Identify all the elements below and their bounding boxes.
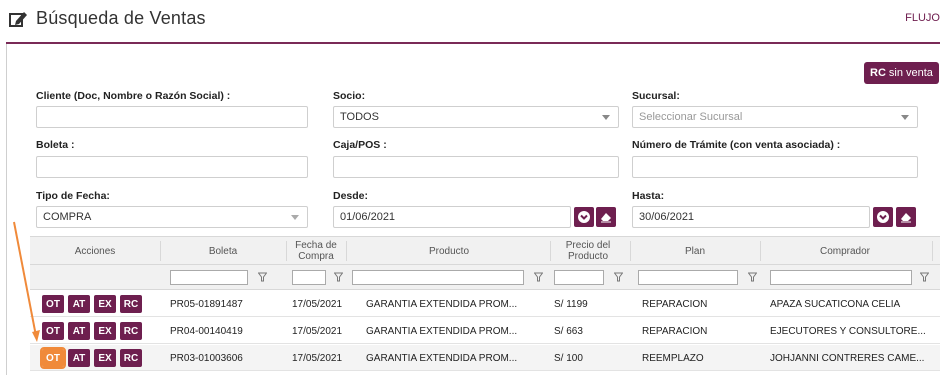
grid-header: Acciones Boleta Fecha de Compra Producto… bbox=[30, 236, 940, 265]
edit-icon bbox=[9, 11, 27, 27]
cell-producto: GARANTIA EXTENDIDA PROM... bbox=[366, 298, 518, 310]
plan-filter-input[interactable] bbox=[638, 270, 738, 285]
cell-plan: REEMPLAZO bbox=[642, 352, 704, 364]
sucursal-label: Sucursal: bbox=[632, 90, 680, 102]
col-comprador[interactable]: Comprador bbox=[760, 237, 930, 265]
boleta-input[interactable] bbox=[36, 156, 308, 178]
flujo-link[interactable]: FLUJO bbox=[905, 12, 940, 24]
cell-precio: S/ 100 bbox=[554, 352, 583, 364]
title-divider bbox=[6, 42, 940, 44]
ex-button[interactable]: EX bbox=[94, 349, 116, 367]
hasta-dropdown-button[interactable] bbox=[873, 207, 893, 227]
at-button[interactable]: AT bbox=[68, 349, 90, 367]
table-row[interactable]: OT AT EX RC PR05-01891487 17/05/2021 GAR… bbox=[30, 291, 940, 317]
cell-boleta: PR03-01003606 bbox=[170, 352, 243, 364]
desde-label: Desde: bbox=[333, 190, 369, 202]
chevron-down-icon bbox=[901, 115, 909, 120]
at-button[interactable]: AT bbox=[68, 295, 90, 313]
precio-filter-input[interactable] bbox=[554, 270, 604, 285]
table-row[interactable]: OT AT EX RC PR04-00140419 17/05/2021 GAR… bbox=[30, 318, 940, 344]
cell-plan: REPARACION bbox=[642, 325, 708, 337]
col-acciones[interactable]: Acciones bbox=[30, 237, 160, 265]
ot-button[interactable]: OT bbox=[42, 322, 64, 340]
chevron-circle-down-icon bbox=[578, 211, 590, 223]
hasta-input[interactable]: 30/06/2021 bbox=[632, 206, 870, 228]
tramite-input[interactable] bbox=[632, 156, 918, 178]
tipo-fecha-select[interactable]: COMPRA bbox=[36, 206, 308, 228]
desde-clear-button[interactable] bbox=[596, 207, 616, 227]
col-precio[interactable]: Precio del Producto bbox=[550, 237, 626, 265]
socio-value: TODOS bbox=[340, 111, 379, 123]
col-boleta[interactable]: Boleta bbox=[160, 237, 286, 265]
table-row[interactable]: OT AT EX RC PR03-01003606 17/05/2021 GAR… bbox=[30, 345, 940, 371]
cell-precio: S/ 1199 bbox=[554, 298, 588, 310]
page-title: Búsqueda de Ventas bbox=[36, 8, 206, 28]
col-divider bbox=[286, 241, 287, 261]
rc-button[interactable]: RC bbox=[120, 295, 142, 313]
page-header: Búsqueda de Ventas FLUJO bbox=[0, 0, 940, 42]
cell-comprador: JOHJANNI CONTRERES CAME... bbox=[770, 352, 925, 364]
producto-filter-input[interactable] bbox=[352, 270, 524, 285]
hasta-label: Hasta: bbox=[632, 190, 665, 202]
rc-prefix: RC bbox=[870, 67, 886, 79]
hasta-clear-button[interactable] bbox=[896, 207, 916, 227]
col-divider bbox=[932, 241, 933, 261]
eraser-icon bbox=[601, 213, 611, 223]
chevron-down-icon bbox=[602, 115, 610, 120]
filter-icon[interactable] bbox=[748, 272, 757, 282]
cliente-label: Cliente (Doc, Nombre o Razón Social) : bbox=[36, 90, 231, 102]
title-wrap: Búsqueda de Ventas bbox=[8, 8, 206, 29]
caja-input[interactable] bbox=[333, 156, 619, 178]
col-plan[interactable]: Plan bbox=[630, 237, 760, 265]
eraser-icon bbox=[901, 213, 911, 223]
cell-boleta: PR05-01891487 bbox=[170, 298, 243, 310]
cell-comprador: APAZA SUCATICONA CELIA bbox=[770, 298, 901, 310]
grid-filter-row bbox=[30, 265, 940, 290]
cell-fecha: 17/05/2021 bbox=[292, 352, 343, 364]
rc-label: sin venta bbox=[888, 67, 933, 79]
sucursal-select[interactable]: Seleccionar Sucursal bbox=[632, 106, 918, 128]
tipo-fecha-label: Tipo de Fecha: bbox=[36, 190, 110, 202]
filter-icon[interactable] bbox=[920, 272, 929, 282]
tipo-fecha-value: COMPRA bbox=[43, 211, 92, 223]
rc-button[interactable]: RC bbox=[120, 322, 142, 340]
cell-producto: GARANTIA EXTENDIDA PROM... bbox=[366, 325, 518, 337]
cell-fecha: 17/05/2021 bbox=[292, 325, 343, 337]
filter-icon[interactable] bbox=[258, 272, 267, 282]
cell-plan: REPARACION bbox=[642, 298, 708, 310]
at-button[interactable]: AT bbox=[68, 322, 90, 340]
filter-icon[interactable] bbox=[334, 272, 343, 282]
filter-icon[interactable] bbox=[534, 272, 543, 282]
rc-sin-venta-button[interactable]: RC sin venta bbox=[864, 62, 939, 84]
rc-button[interactable]: RC bbox=[120, 349, 142, 367]
caja-label: Caja/POS : bbox=[333, 139, 387, 151]
boleta-label: Boleta : bbox=[36, 139, 75, 151]
cell-boleta: PR04-00140419 bbox=[170, 325, 243, 337]
ex-button[interactable]: EX bbox=[94, 295, 116, 313]
cliente-input[interactable] bbox=[36, 106, 308, 128]
socio-select[interactable]: TODOS bbox=[333, 106, 619, 128]
left-border bbox=[6, 44, 7, 375]
ex-button[interactable]: EX bbox=[94, 322, 116, 340]
ot-button[interactable]: OT bbox=[42, 295, 64, 313]
ot-button[interactable]: OT bbox=[40, 347, 66, 369]
tramite-label: Número de Trámite (con venta asociada) : bbox=[632, 139, 841, 151]
chevron-circle-down-icon bbox=[877, 211, 889, 223]
desde-input[interactable]: 01/06/2021 bbox=[333, 206, 571, 228]
comprador-filter-input[interactable] bbox=[770, 270, 912, 285]
chevron-down-icon bbox=[291, 215, 299, 220]
boleta-filter-input[interactable] bbox=[170, 270, 248, 285]
fecha-filter-input[interactable] bbox=[292, 270, 326, 285]
cell-comprador: EJECUTORES Y CONSULTORE... bbox=[770, 325, 926, 337]
cell-producto: GARANTIA EXTENDIDA PROM... bbox=[366, 352, 518, 364]
col-producto[interactable]: Producto bbox=[346, 237, 552, 265]
desde-dropdown-button[interactable] bbox=[574, 207, 594, 227]
cell-precio: S/ 663 bbox=[554, 325, 583, 337]
cell-fecha: 17/05/2021 bbox=[292, 298, 343, 310]
filter-icon[interactable] bbox=[614, 272, 623, 282]
col-fecha[interactable]: Fecha de Compra bbox=[288, 237, 344, 265]
socio-label: Socio: bbox=[333, 90, 366, 102]
sucursal-placeholder: Seleccionar Sucursal bbox=[639, 111, 743, 123]
